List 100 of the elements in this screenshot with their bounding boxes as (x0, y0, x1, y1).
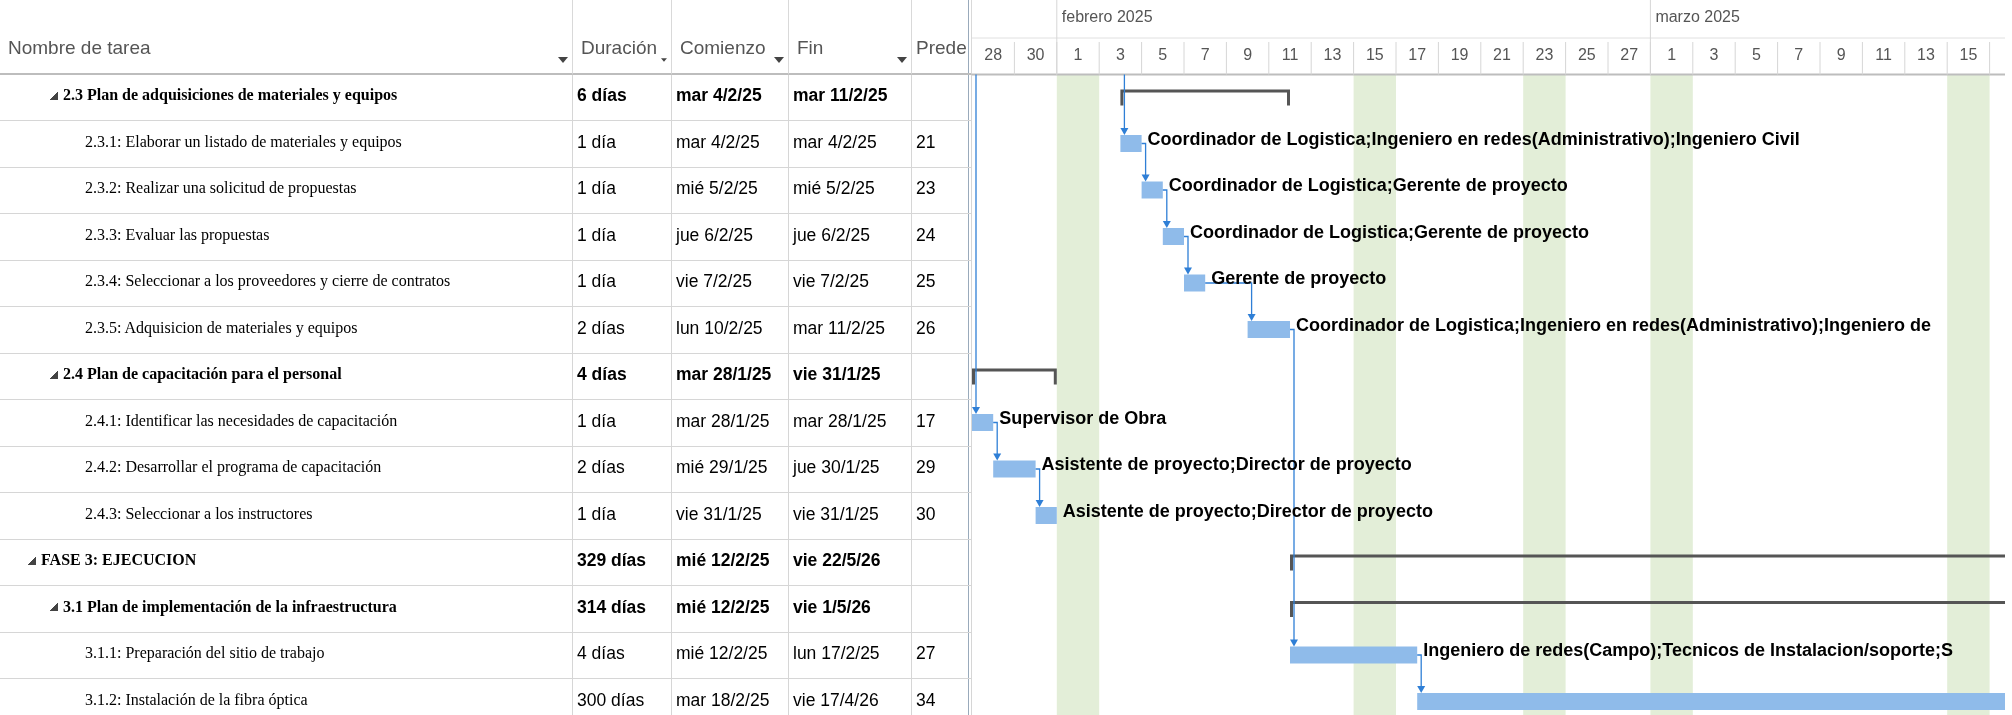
day-label: 27 (1620, 46, 1639, 63)
collapse-triangle-icon[interactable] (49, 90, 58, 100)
day-label: 1 (1073, 46, 1083, 63)
day-label: 3 (1709, 46, 1719, 63)
day-label: 15 (1365, 46, 1384, 63)
dependency-arrow (1034, 468, 1044, 507)
collapse-triangle-icon[interactable] (49, 602, 58, 612)
day-label: 3 (1115, 46, 1125, 63)
start-date-cell-text: lun 10/2/25 (676, 316, 763, 340)
duration-cell-text: 1 día (577, 177, 616, 201)
finish-date-cell-text: vie 17/4/26 (793, 688, 879, 712)
resource-label: Asistente de proyecto;Director de proyecto (1041, 454, 1412, 474)
finish-date-cell-text: vie 1/5/26 (793, 595, 871, 619)
column-header[interactable]: Duración (581, 34, 658, 63)
predecessor-cell-text: 24 (916, 223, 936, 247)
dropdown-icon[interactable] (558, 56, 568, 63)
finish-date-cell-text: lun 17/2/25 (793, 642, 880, 666)
dependency-arrow (1204, 282, 1256, 321)
dependency-arrow (1416, 654, 1426, 693)
day-label: 11 (1281, 46, 1299, 63)
day-label: 21 (1493, 46, 1511, 63)
day-label: 30 (1026, 46, 1045, 63)
summary-bracket[interactable] (972, 368, 1057, 385)
task-name: 2.3 Plan de adquisiciones de materiales y equipos (63, 85, 398, 106)
finish-date-cell-text: vie 7/2/25 (793, 270, 869, 294)
day-label: 13 (1323, 46, 1342, 63)
task-name: 2.4.2: Desarrollar el programa de capacitación (85, 457, 382, 478)
finish-date-cell-text: vie 31/1/25 (793, 502, 879, 526)
dependency-arrow (1183, 235, 1192, 275)
dropdown-icon[interactable] (774, 56, 784, 63)
dependency-arrow (1120, 73, 1129, 135)
start-date-cell-text: mar 4/2/25 (676, 130, 760, 154)
start-date-cell-text: mié 29/1/25 (676, 456, 768, 480)
resource-label: Asistente de proyecto;Director de proyecto (1062, 500, 1433, 521)
collapse-triangle-icon[interactable] (49, 369, 58, 379)
finish-date-cell-text: mié 5/2/25 (793, 177, 875, 201)
resource-label: Ingeniero de redes(Campo);Tecnicos de Instalacion/soporte;S (1423, 640, 1953, 660)
resource-label: Coordinador de Logistica;Ingeniero en redes(Administrativo);Ingeniero de (1296, 314, 1932, 335)
month-label: febrero 2025 (1061, 8, 1153, 25)
finish-date-cell-text: jue 6/2/25 (793, 223, 870, 247)
start-date-cell-text: mié 12/2/25 (676, 642, 768, 666)
day-label: 9 (1836, 46, 1846, 63)
start-date-cell-text: mié 12/2/25 (676, 549, 770, 573)
dependency-arrow (1140, 142, 1150, 182)
duration-cell-text: 300 días (577, 688, 645, 712)
task-name: 3.1.1: Preparación del sitio de trabajo (85, 643, 325, 664)
predecessor-cell-text: 30 (916, 502, 936, 526)
day-label: 25 (1577, 46, 1596, 63)
predecessor-cell-text: 17 (916, 409, 936, 433)
finish-date-cell-text: mar 4/2/25 (793, 130, 877, 154)
day-label: 1 (1667, 46, 1677, 63)
summary-bracket[interactable] (1290, 601, 2005, 619)
task-name: 2.3.3: Evaluar las propuestas (85, 224, 270, 246)
task-name: 2.3.5: Adquisicion de materiales y equipos (85, 317, 358, 339)
task-name: 2.4.3: Seleccionar a los instructores (85, 503, 313, 524)
duration-cell-text: 314 días (577, 595, 647, 619)
day-label: 5 (1751, 46, 1761, 63)
column-header[interactable]: Nombre de tarea (8, 34, 151, 63)
finish-date-cell-text: mar 11/2/25 (793, 84, 888, 108)
duration-cell-text: 2 días (577, 316, 625, 340)
predecessor-cell-text: 23 (916, 177, 936, 201)
start-date-cell-text: mar 4/2/25 (676, 84, 762, 108)
duration-cell-text: 4 días (577, 642, 625, 666)
column-header[interactable]: Fin (797, 34, 824, 63)
duration-cell-text: 2 días (577, 456, 625, 480)
start-date-cell-text: mar 28/1/25 (676, 409, 770, 433)
day-label: 13 (1917, 46, 1935, 63)
task-name: 3.1.2: Instalación de la fibra óptica (85, 689, 308, 711)
duration-cell-text: 1 día (577, 223, 616, 247)
duration-cell-text: 1 día (577, 270, 616, 294)
column-header[interactable]: Comienzo (680, 34, 766, 63)
finish-date-cell-text: vie 31/1/25 (793, 363, 881, 387)
finish-date-cell-text: mar 11/2/25 (793, 316, 886, 340)
day-label: 15 (1959, 46, 1978, 63)
dropdown-icon[interactable] (661, 56, 667, 63)
resource-label: Gerente de proyecto (1211, 268, 1387, 288)
predecessor-cell-text: 21 (916, 130, 936, 154)
duration-cell-text: 1 día (577, 130, 616, 154)
resource-label: Coordinador de Logistica;Gerente de proyecto (1168, 175, 1568, 195)
dropdown-icon[interactable] (897, 56, 907, 63)
task-name: 2.3.2: Realizar una solicitud de propuestas (85, 178, 357, 199)
dependency-arrow (1162, 189, 1171, 228)
duration-cell-text: 6 días (577, 84, 627, 108)
task-name: 2.4 Plan de capacitación para el personal (63, 364, 342, 385)
summary-bracket[interactable] (1290, 554, 2005, 572)
duration-cell-text: 1 día (577, 409, 616, 433)
collapse-triangle-icon[interactable] (27, 555, 36, 565)
start-date-cell-text: mar 18/2/25 (676, 688, 770, 712)
task-name: FASE 3: EJECUCION (41, 550, 197, 571)
predecessor-cell-text: 26 (916, 316, 936, 340)
column-header[interactable]: Prede (916, 34, 967, 63)
day-label: 7 (1200, 46, 1210, 63)
finish-date-cell-text: mar 28/1/25 (793, 409, 887, 433)
task-name: 2.4.1: Identificar las necesidades de capacitación (85, 410, 398, 432)
day-label: 28 (984, 46, 1003, 63)
summary-bracket[interactable] (1120, 89, 1290, 106)
predecessor-cell-text: 27 (916, 642, 936, 666)
month-label: marzo 2025 (1655, 8, 1740, 25)
duration-cell-text: 4 días (577, 363, 627, 387)
day-label: 11 (1875, 46, 1892, 63)
